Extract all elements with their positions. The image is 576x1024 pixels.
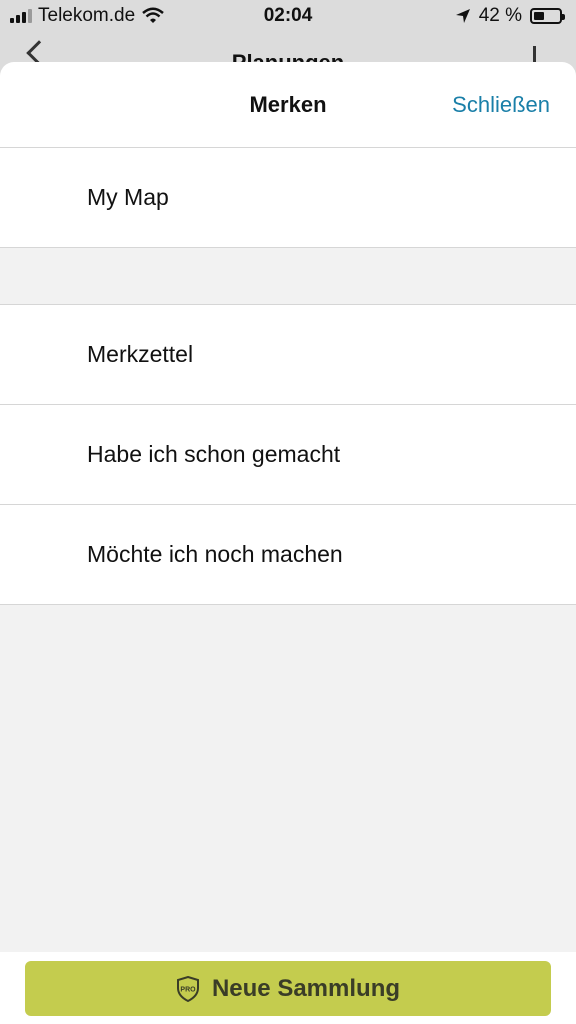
- battery-percent: 42 %: [478, 5, 522, 26]
- battery-icon: [530, 8, 565, 24]
- collections-sheet: Merken Schließen My Map Merkzettel Habe …: [0, 62, 576, 1024]
- status-bar: Telekom.de 02:04 42 %: [0, 0, 576, 34]
- list-item-label: Merkzettel: [87, 341, 194, 367]
- battery-fill: [534, 12, 545, 20]
- pro-badge-icon: PRO: [176, 975, 199, 1002]
- section-separator: [0, 248, 576, 305]
- list-item-my-map[interactable]: My Map: [0, 148, 576, 248]
- list-item-habe-ich-schon-gemacht[interactable]: Habe ich schon gemacht: [0, 405, 576, 505]
- new-collection-label: Neue Sammlung: [211, 974, 401, 1002]
- bottom-bar: PRO Neue Sammlung: [0, 952, 576, 1024]
- status-right: 42 %: [455, 5, 565, 27]
- list-item-label: Habe ich schon gemacht: [87, 441, 341, 467]
- list-item-label: Möchte ich noch machen: [87, 541, 343, 567]
- screen: Telekom.de 02:04 42 % Planungen Merken: [0, 0, 576, 1024]
- list-item-label: My Map: [87, 184, 169, 210]
- list-item-moechte-ich-noch-machen[interactable]: Möchte ich noch machen: [0, 505, 576, 605]
- location-arrow-icon: [455, 9, 470, 23]
- sheet-header: Merken Schließen: [0, 62, 576, 148]
- close-button[interactable]: Schließen: [452, 92, 550, 118]
- svg-text:PRO: PRO: [180, 986, 196, 993]
- list-item-merkzettel[interactable]: Merkzettel: [0, 305, 576, 405]
- new-collection-button[interactable]: PRO Neue Sammlung: [25, 961, 551, 1016]
